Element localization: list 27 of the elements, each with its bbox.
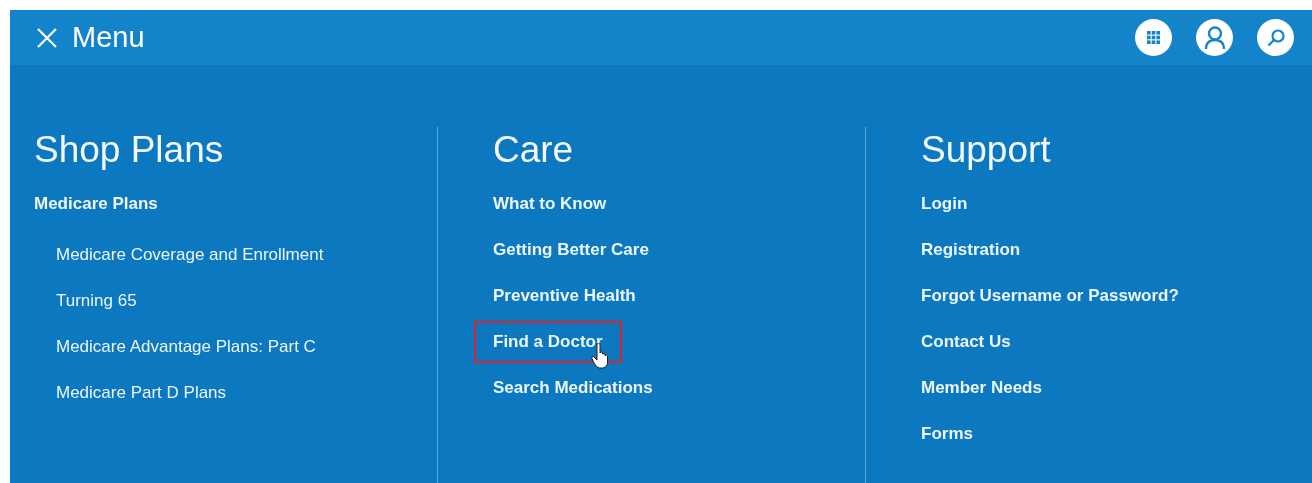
menu-link[interactable]: Preventive Health [474,275,655,317]
menu-link[interactable]: Forgot Username or Password? [902,275,1198,317]
menu-link[interactable]: Find a Doctor [474,321,622,363]
menu-link[interactable]: Getting Better Care [474,229,668,271]
search-button[interactable] [1257,19,1294,56]
apps-grid-button[interactable] [1135,19,1172,56]
menu-link[interactable]: Forms [902,413,992,455]
column-heading: Support [921,128,1052,172]
close-icon [36,26,58,49]
user-icon [1203,25,1226,50]
search-icon [1266,28,1285,47]
menu-link[interactable]: Medicare Coverage and Enrollment [37,234,343,276]
menu-link[interactable]: Login [902,183,987,225]
menu-link[interactable]: Contact Us [902,321,1030,363]
menu-link[interactable]: What to Know [474,183,626,225]
column-heading: Shop Plans [34,128,225,172]
menu-link[interactable]: Medicare Advantage Plans: Part C [37,326,335,368]
menu-link[interactable]: Medicare Part D Plans [37,372,246,414]
menu-link[interactable]: Search Medications [474,367,672,409]
menu-link[interactable]: Registration [902,229,1040,271]
close-menu-button[interactable]: Menu [36,15,145,60]
account-button[interactable] [1196,19,1233,56]
menu-link[interactable]: Turning 65 [37,280,156,322]
menu-link[interactable]: Medicare Plans [15,183,177,225]
column-heading: Care [493,128,575,172]
menu-link[interactable]: Member Needs [902,367,1061,409]
grid-icon [1147,31,1160,44]
